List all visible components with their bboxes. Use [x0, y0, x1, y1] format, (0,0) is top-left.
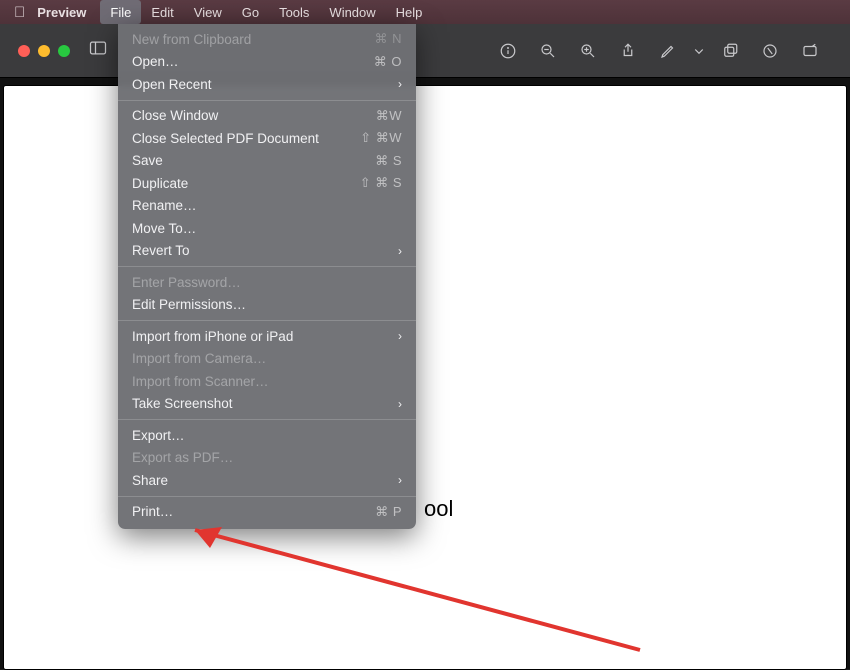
menu-item-print[interactable]: Print…⌘ P — [118, 501, 416, 524]
menu-item-close-selected-pdf-document[interactable]: Close Selected PDF Document⇧ ⌘W — [118, 127, 416, 150]
sidebar-toggle-icon[interactable] — [88, 38, 108, 63]
chevron-right-icon: › — [398, 244, 402, 258]
zoom-in-icon[interactable] — [568, 36, 608, 66]
info-icon[interactable] — [488, 36, 528, 66]
edit-icon[interactable] — [790, 36, 830, 66]
menu-item-edit-permissions[interactable]: Edit Permissions… — [118, 294, 416, 317]
menu-item-label: Rename… — [132, 198, 402, 213]
menubar-item-edit[interactable]: Edit — [141, 0, 183, 24]
menu-item-close-window[interactable]: Close Window⌘W — [118, 105, 416, 128]
menu-item-label: Open Recent — [132, 77, 398, 92]
menu-item-shortcut: ⌘ O — [374, 54, 402, 70]
menubar-item-help[interactable]: Help — [386, 0, 433, 24]
zoom-window-button[interactable] — [58, 45, 70, 57]
menu-item-label: Import from Scanner… — [132, 374, 402, 389]
menu-item-label: Import from Camera… — [132, 351, 402, 366]
markup-icon[interactable] — [648, 36, 688, 66]
share-icon[interactable] — [608, 36, 648, 66]
menubar-item-window[interactable]: Window — [319, 0, 385, 24]
menu-item-take-screenshot[interactable]: Take Screenshot› — [118, 393, 416, 416]
menu-item-label: Move To… — [132, 221, 402, 236]
menu-item-label: Export as PDF… — [132, 450, 402, 465]
menu-item-shortcut: ⌘ N — [375, 31, 403, 47]
menu-item-move-to[interactable]: Move To… — [118, 217, 416, 240]
menu-item-share[interactable]: Share› — [118, 469, 416, 492]
menubar-item-tools[interactable]: Tools — [269, 0, 319, 24]
menu-item-label: Open… — [132, 54, 374, 69]
menu-item-label: Duplicate — [132, 176, 360, 191]
window-controls — [18, 45, 70, 57]
highlight-icon[interactable] — [750, 36, 790, 66]
menu-item-save[interactable]: Save⌘ S — [118, 150, 416, 173]
menubar-item-go[interactable]: Go — [232, 0, 269, 24]
menu-item-shortcut: ⌘ S — [375, 153, 402, 169]
chevron-right-icon: › — [398, 397, 402, 411]
menu-item-label: Export… — [132, 428, 402, 443]
menu-item-open-recent[interactable]: Open Recent› — [118, 73, 416, 96]
chevron-right-icon: › — [398, 473, 402, 487]
menu-item-label: Edit Permissions… — [132, 297, 402, 312]
close-window-button[interactable] — [18, 45, 30, 57]
menu-item-enter-password: Enter Password… — [118, 271, 416, 294]
menu-item-label: Revert To — [132, 243, 398, 258]
menu-item-label: Save — [132, 153, 375, 168]
system-menubar:  Preview File Edit View Go Tools Window… — [0, 0, 850, 24]
chevron-right-icon: › — [398, 77, 402, 91]
menu-item-shortcut: ⌘W — [376, 108, 402, 124]
menu-item-label: Import from iPhone or iPad — [132, 329, 398, 344]
menu-item-duplicate[interactable]: Duplicate⇧ ⌘ S — [118, 172, 416, 195]
menu-item-import-from-camera: Import from Camera… — [118, 348, 416, 371]
menubar-item-view[interactable]: View — [184, 0, 232, 24]
menu-item-label: Close Selected PDF Document — [132, 131, 360, 146]
menu-item-label: Close Window — [132, 108, 376, 123]
zoom-out-icon[interactable] — [528, 36, 568, 66]
menu-item-shortcut: ⌘ P — [375, 504, 402, 520]
chevron-down-icon[interactable] — [688, 36, 710, 66]
menu-item-export[interactable]: Export… — [118, 424, 416, 447]
menu-item-import-from-scanner: Import from Scanner… — [118, 370, 416, 393]
menu-item-label: Enter Password… — [132, 275, 402, 290]
menubar-item-file[interactable]: File — [100, 0, 141, 24]
apple-menu-icon[interactable]:  — [14, 4, 25, 21]
menu-item-revert-to[interactable]: Revert To› — [118, 240, 416, 263]
menu-item-shortcut: ⇧ ⌘W — [360, 130, 402, 146]
document-text-fragment: ool — [424, 496, 453, 522]
file-menu-dropdown: New from Clipboard⌘ NOpen…⌘ OOpen Recent… — [118, 24, 416, 529]
chevron-right-icon: › — [398, 329, 402, 343]
menu-item-label: Take Screenshot — [132, 396, 398, 411]
menu-item-shortcut: ⇧ ⌘ S — [360, 175, 402, 191]
menu-item-label: Print… — [132, 504, 375, 519]
menu-item-import-from-iphone-or-ipad[interactable]: Import from iPhone or iPad› — [118, 325, 416, 348]
menu-item-label: New from Clipboard — [132, 32, 375, 47]
menu-item-open[interactable]: Open…⌘ O — [118, 51, 416, 74]
minimize-window-button[interactable] — [38, 45, 50, 57]
rotate-icon[interactable] — [710, 36, 750, 66]
app-name[interactable]: Preview — [37, 5, 86, 20]
menu-item-new-from-clipboard: New from Clipboard⌘ N — [118, 28, 416, 51]
menu-item-export-as-pdf: Export as PDF… — [118, 447, 416, 470]
menu-item-rename[interactable]: Rename… — [118, 195, 416, 218]
menu-item-label: Share — [132, 473, 398, 488]
